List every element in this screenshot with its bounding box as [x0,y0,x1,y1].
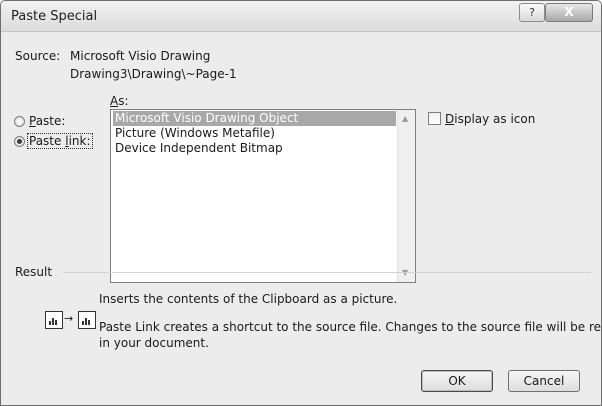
document-icon [78,311,96,329]
list-item[interactable]: Device Independent Bitmap [113,141,283,156]
paste-link-radio[interactable] [14,136,25,147]
result-separator [63,272,591,273]
result-label: Result [15,265,53,279]
radio-selected-dot [17,139,22,144]
ok-button[interactable]: OK [421,370,493,392]
result-text-1: Inserts the contents of the Clipboard as… [99,292,398,306]
source-name: Microsoft Visio Drawing [70,49,211,63]
cancel-button[interactable]: Cancel [508,370,580,392]
paste-link-radio-label[interactable]: Paste link: [27,133,93,149]
paste-radio-label[interactable]: Paste: [29,114,65,128]
arrow-right-icon: → [64,312,74,325]
display-as-icon-checkbox[interactable] [428,112,441,125]
paste-link-result-icon: → [45,311,103,331]
source-label: Source: [15,49,61,63]
display-as-icon-label[interactable]: Display as icon [445,112,535,126]
title-bar[interactable]: Paste Special ? X [1,1,601,32]
result-text-3: in your document. [99,336,209,350]
paste-special-dialog: Paste Special ? X Source: Microsoft Visi… [0,0,602,406]
dialog-title: Paste Special [11,9,98,24]
close-icon: X [564,5,574,19]
listbox-scrollbar[interactable]: ▲ ▼ [397,110,415,282]
scroll-up-icon[interactable]: ▲ [402,114,408,123]
source-path: Drawing3\Drawing\~Page-1 [70,67,237,81]
as-listbox[interactable]: Microsoft Visio Drawing Object Picture (… [110,109,416,283]
list-item[interactable]: Microsoft Visio Drawing Object [113,111,396,126]
as-label: As: [110,94,129,108]
question-mark-icon: ? [529,6,535,19]
list-item[interactable]: Picture (Windows Metafile) [113,126,275,141]
close-button[interactable]: X [545,3,593,22]
paste-radio[interactable] [14,116,25,127]
help-button[interactable]: ? [519,3,545,22]
result-text-2: Paste Link creates a shortcut to the sou… [99,320,602,334]
document-icon [45,311,63,329]
dialog-body: Source: Microsoft Visio Drawing Drawing3… [7,39,601,398]
